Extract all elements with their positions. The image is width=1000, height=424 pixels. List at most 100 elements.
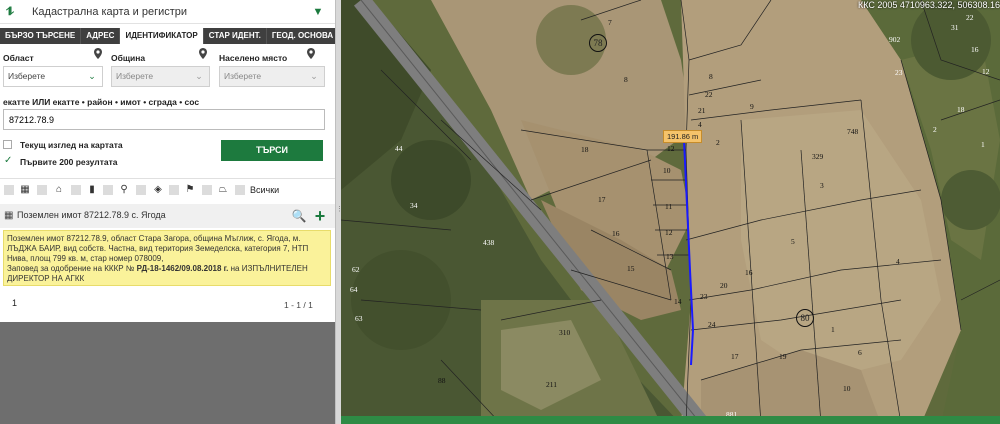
polygon-icon[interactable]: ⏢: [217, 184, 229, 196]
tab-old-identifier[interactable]: СТАР ИДЕНТ.: [204, 28, 267, 44]
region-select[interactable]: Изберете ⌄: [3, 66, 103, 87]
tab-address[interactable]: АДРЕС: [81, 28, 121, 44]
satellite-map: [341, 0, 1000, 424]
parcel-label: 64: [350, 285, 358, 294]
settlement-select[interactable]: Изберете ⌄: [219, 66, 325, 87]
search-tabs: БЪРЗО ТЪРСЕНЕ АДРЕС ИДЕНТИФИКАТОР СТАР И…: [0, 28, 340, 44]
parcel-label: 23: [895, 68, 903, 77]
pager-page-link[interactable]: 1: [12, 298, 17, 308]
app-root: ⥮ Кадастрална карта и регистри ▼ БЪРЗО Т…: [0, 0, 1000, 424]
parcel-label: 1: [981, 140, 985, 149]
app-logo-icon: ⥮: [6, 5, 14, 18]
parcel-label: 4: [896, 257, 900, 266]
tab-geodetic-base[interactable]: ГЕОД. ОСНОВА: [267, 28, 340, 44]
map-pin-icon: [307, 48, 315, 59]
measurement-label: 191.86 m: [663, 130, 703, 143]
filter-checkbox[interactable]: [136, 185, 146, 195]
region-select-value: Изберете: [8, 71, 46, 81]
parcel-label: 62: [352, 265, 360, 274]
tab-quick-search[interactable]: БЪРЗО ТЪРСЕНЕ: [0, 28, 82, 44]
parcel-label: 12: [982, 67, 990, 76]
app-title: Кадастрална карта и регистри: [32, 5, 188, 18]
search-icon[interactable]: 🔍: [291, 208, 307, 224]
parcel-label: 21: [698, 106, 706, 115]
parcel-label: 2: [933, 125, 937, 134]
layers-icon[interactable]: ◈: [152, 184, 164, 196]
drag-handle-icon[interactable]: ⋮: [336, 205, 343, 215]
settlement-select-value: Изберете: [224, 71, 262, 81]
parcel-label: 10: [663, 166, 671, 175]
home-icon[interactable]: ⌂: [53, 184, 65, 196]
result-title: Поземлен имот 87212.78.9 с. Ягода: [17, 210, 166, 220]
map-view[interactable]: 78 80 7 8 8 22 21 4 9 748 18 12 2 329 3 …: [341, 0, 1000, 424]
order-text: Заповед за одобрение на КККР №: [7, 264, 135, 273]
filter-checkbox[interactable]: [4, 185, 14, 195]
parcel-label: 22: [705, 90, 713, 99]
tab-identifier[interactable]: ИДЕНТИФИКАТОР: [120, 28, 204, 44]
identifier-input[interactable]: [3, 109, 325, 130]
flag-icon[interactable]: ⚑: [184, 184, 196, 196]
parcel-label: 10: [843, 384, 851, 393]
parcel-label: 211: [546, 380, 557, 389]
grid-icon[interactable]: ▦: [19, 184, 31, 196]
map-pin-icon[interactable]: ⚲: [118, 184, 130, 196]
map-coordinates: ККС 2005 4710963.322, 506308.16: [857, 0, 1000, 10]
all-checkbox[interactable]: [235, 185, 245, 195]
settlement-label: Населено място: [219, 53, 288, 63]
filter-checkbox[interactable]: [169, 185, 179, 195]
parcel-label: 34: [410, 201, 418, 210]
result-details: Поземлен имот 87212.78.9, област Стара З…: [3, 230, 331, 286]
order-number: РД-18-1462/09.08.2018 г.: [136, 264, 229, 273]
parcel-label: 9: [750, 102, 754, 111]
parcel-circle-label: 80: [796, 309, 814, 327]
parcel-label: 18: [957, 105, 965, 114]
map-pin-icon: [199, 48, 207, 59]
current-view-label: Текущ изглед на картата: [20, 140, 123, 150]
parcel-label: 23: [700, 292, 708, 301]
parcel-label: 438: [483, 238, 495, 247]
result-text: Поземлен имот 87212.78.9, област Стара З…: [7, 234, 309, 263]
parcel-label: 17: [598, 195, 606, 204]
filter-bar: ▦ ⌂ ▮ ⚲ ◈ ⚑ ⏢ Всички: [0, 183, 335, 198]
parcel-label: 17: [731, 352, 739, 361]
chevron-down-icon: ⌄: [310, 71, 318, 81]
parcel-label: 63: [355, 314, 363, 323]
left-panel: ⥮ Кадастрална карта и регистри ▼ БЪРЗО Т…: [0, 0, 340, 424]
parcel-label: 44: [395, 144, 403, 153]
parcel-label: 310: [559, 328, 571, 337]
divider: [0, 178, 335, 179]
parcel-label: 6: [858, 348, 862, 357]
parcel-circle-label: 78: [589, 34, 607, 52]
parcel-label: 748: [847, 127, 859, 136]
parcel-label: 20: [720, 281, 728, 290]
parcel-label: 13: [666, 252, 674, 261]
panel-empty-area: [0, 322, 335, 424]
current-view-checkbox[interactable]: [3, 140, 12, 149]
first-200-checkbox[interactable]: ✓: [4, 155, 12, 166]
building-icon[interactable]: ▮: [86, 184, 98, 196]
search-button[interactable]: ТЪРСИ: [221, 140, 323, 161]
municipality-select[interactable]: Изберете ⌄: [111, 66, 210, 87]
map-bottom-bar: [341, 416, 1000, 424]
add-icon[interactable]: +: [310, 207, 330, 225]
first-200-label: Първите 200 резултата: [20, 157, 118, 167]
filter-checkbox[interactable]: [202, 185, 212, 195]
parcel-label: 18: [581, 145, 589, 154]
parcel-label: 5: [791, 237, 795, 246]
parcel-label: 22: [966, 13, 974, 22]
parcel-label: 12: [665, 228, 673, 237]
parcel-label: 902: [889, 35, 901, 44]
result-header[interactable]: ▦ Поземлен имот 87212.78.9 с. Ягода 🔍 +: [0, 204, 335, 228]
parcel-label: 7: [608, 18, 612, 27]
parcel-label: 11: [665, 202, 673, 211]
filter-checkbox[interactable]: [37, 185, 47, 195]
municipality-label: Община: [111, 53, 146, 63]
parcel-label: 8: [624, 75, 628, 84]
chevron-down-icon: ⌄: [195, 71, 203, 81]
chevron-down-icon[interactable]: ▼: [311, 5, 325, 19]
filter-checkbox[interactable]: [71, 185, 81, 195]
all-label: Всички: [250, 185, 280, 195]
filter-checkbox[interactable]: [103, 185, 113, 195]
parcel-label: 329: [812, 152, 824, 161]
parcel-label: 1: [831, 325, 835, 334]
